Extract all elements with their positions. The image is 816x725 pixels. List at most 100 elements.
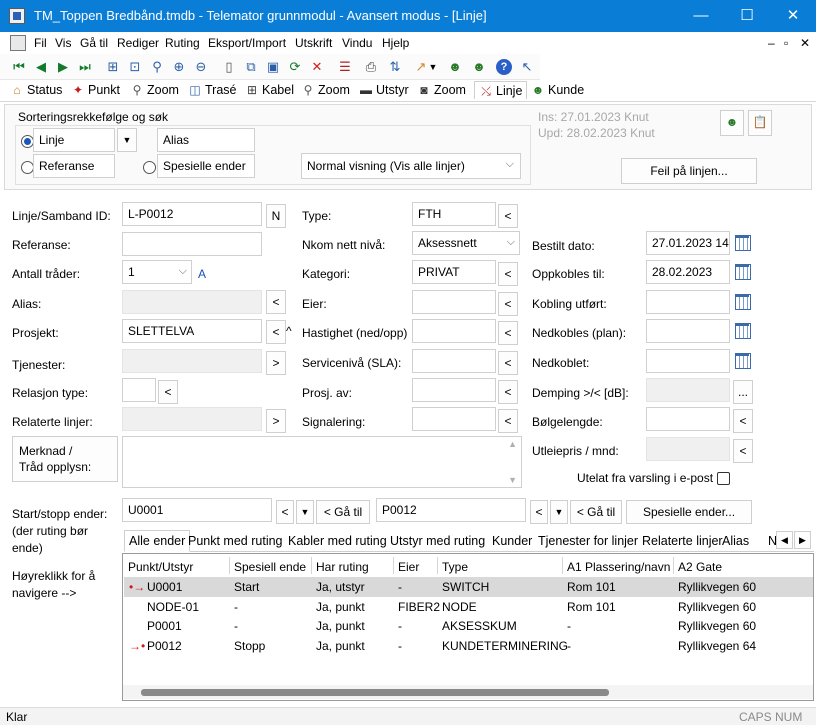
mdi-minimize-button[interactable]: – bbox=[768, 36, 775, 50]
search-minus-icon[interactable]: ⊖ bbox=[192, 58, 210, 76]
kategori-field[interactable]: PRIVAT bbox=[412, 260, 496, 284]
prosjekt-field[interactable]: SLETTELVA bbox=[122, 319, 262, 343]
new-doc-icon[interactable]: ▯ bbox=[220, 58, 238, 76]
col-a2-gate[interactable]: A2 Gate bbox=[678, 560, 722, 574]
tab-kunde[interactable]: ☻ Kunde bbox=[530, 83, 584, 101]
merknad-button[interactable]: Merknad / Tråd opplysn: bbox=[12, 436, 118, 482]
save-icon[interactable]: ▣ bbox=[264, 58, 282, 76]
gtab-utstyr-med-ruting[interactable]: Utstyr med ruting bbox=[390, 534, 485, 548]
type-field[interactable]: FTH bbox=[412, 202, 496, 226]
spesielle-ender-button[interactable]: Spesielle ender... bbox=[626, 500, 752, 524]
eier-less-button[interactable]: < bbox=[498, 292, 518, 316]
gtab-punkt-med-ruting[interactable]: Punkt med ruting bbox=[188, 534, 283, 548]
menu-fil[interactable]: Fil bbox=[34, 36, 47, 50]
relasjon-field[interactable] bbox=[122, 378, 156, 402]
stop-dropdown-button[interactable]: ▼ bbox=[550, 500, 568, 524]
list-icon[interactable]: ☰ bbox=[336, 58, 354, 76]
type-less-button[interactable]: < bbox=[498, 204, 518, 228]
tree-icon[interactable]: ⊞ bbox=[104, 58, 122, 76]
tab-zoom-utstyr[interactable]: ◙ Zoom bbox=[416, 83, 466, 101]
print-icon[interactable]: ⎙ bbox=[362, 58, 380, 76]
dropdown-arrow-icon[interactable]: ▼ bbox=[428, 58, 438, 76]
gtab-alias[interactable]: Alias bbox=[722, 534, 749, 548]
search-icon[interactable]: ⚲ bbox=[148, 58, 166, 76]
scroll-down-icon[interactable]: ▼ bbox=[508, 475, 517, 485]
tjenester-field[interactable] bbox=[122, 349, 262, 373]
tab-zoom-punkt[interactable]: ⚲ Zoom bbox=[129, 83, 179, 101]
antall-select[interactable]: 1 ⌵ bbox=[122, 260, 192, 284]
prev-icon[interactable]: ◀ bbox=[32, 58, 50, 76]
refresh-icon[interactable]: ⟳ bbox=[286, 58, 304, 76]
mdi-doc-icon[interactable] bbox=[10, 35, 26, 51]
radio-spesielle-ender[interactable] bbox=[143, 161, 156, 174]
prosj-av-field[interactable] bbox=[412, 378, 496, 402]
relasjon-less-button[interactable]: < bbox=[158, 380, 178, 404]
utelat-checkbox[interactable] bbox=[717, 472, 730, 485]
col-a1-plassering[interactable]: A1 Plassering/navn bbox=[567, 560, 670, 574]
linje-sort-label[interactable]: Linje bbox=[33, 128, 115, 152]
demping-field[interactable] bbox=[646, 378, 730, 402]
relaterte-more-button[interactable]: > bbox=[266, 409, 286, 433]
first-icon[interactable]: ⏮ bbox=[10, 58, 28, 76]
tab-linje[interactable]: ⤯ Linje bbox=[474, 81, 528, 99]
nedkobles-calendar-icon[interactable] bbox=[732, 319, 752, 343]
stop-less-button[interactable]: < bbox=[530, 500, 548, 524]
start-dropdown-button[interactable]: ▼ bbox=[296, 500, 314, 524]
start-field[interactable]: U0001 bbox=[122, 498, 272, 522]
tab-zoom-kabel[interactable]: ⚲ Zoom bbox=[300, 83, 350, 101]
user-action-icon[interactable]: ☻ bbox=[720, 110, 744, 136]
signalering-field[interactable] bbox=[412, 407, 496, 431]
hastighet-field[interactable] bbox=[412, 319, 496, 343]
grid-horizontal-scrollbar[interactable] bbox=[123, 685, 813, 699]
context-help-icon[interactable]: ↖ bbox=[518, 58, 536, 76]
utleie-field[interactable] bbox=[646, 437, 730, 461]
eier-field[interactable] bbox=[412, 290, 496, 314]
tab-trase[interactable]: ◫ Trasé bbox=[187, 83, 236, 101]
alias-field[interactable] bbox=[122, 290, 262, 314]
feil-paa-linjen-button[interactable]: Feil på linjen... bbox=[621, 158, 757, 184]
user2-icon[interactable]: ☻ bbox=[470, 58, 488, 76]
scroll-thumb[interactable] bbox=[141, 689, 609, 696]
menu-vis[interactable]: Vis bbox=[55, 36, 71, 50]
help-icon[interactable]: ? bbox=[496, 59, 512, 75]
relaterte-field[interactable] bbox=[122, 407, 262, 431]
prosjekt-less-button[interactable]: < bbox=[266, 320, 286, 344]
alias-less-button[interactable]: < bbox=[266, 290, 286, 314]
gtab-kunder[interactable]: Kunder bbox=[492, 534, 532, 548]
referanse-sort-label[interactable]: Referanse bbox=[33, 154, 115, 178]
col-har-ruting[interactable]: Har ruting bbox=[316, 560, 369, 574]
scroll-up-icon[interactable]: ▲ bbox=[508, 439, 517, 449]
table-row[interactable]: →• P0012 Stopp Ja, punkt - KUNDETERMINER… bbox=[124, 636, 813, 656]
tjenester-more-button[interactable]: > bbox=[266, 351, 286, 375]
oppkobles-calendar-icon[interactable] bbox=[732, 260, 752, 284]
oppkobles-field[interactable]: 28.02.2023 bbox=[646, 260, 730, 284]
tab-kabel[interactable]: ⊞ Kabel bbox=[244, 83, 294, 101]
nedkobles-field[interactable] bbox=[646, 319, 730, 343]
servicenivaa-less-button[interactable]: < bbox=[498, 351, 518, 375]
linje-dropdown-button[interactable]: ▼ bbox=[117, 128, 137, 152]
gtab-kabler-med-ruting[interactable]: Kabler med ruting bbox=[288, 534, 387, 548]
gtab-scroll-right-icon[interactable]: ▶ bbox=[794, 531, 811, 549]
tab-punkt[interactable]: ✦ Punkt bbox=[70, 83, 120, 101]
menu-utskrift[interactable]: Utskrift bbox=[295, 36, 332, 50]
user-icon[interactable]: ☻ bbox=[446, 58, 464, 76]
linje-id-field[interactable]: L-P0012 bbox=[122, 202, 262, 226]
copy-icon[interactable]: ⧉ bbox=[242, 58, 260, 76]
sort-icon[interactable]: ⇅ bbox=[386, 58, 404, 76]
bolge-less-button[interactable]: < bbox=[733, 409, 753, 433]
spesielle-sort-label[interactable]: Spesielle ender bbox=[157, 154, 255, 178]
kobling-calendar-icon[interactable] bbox=[732, 290, 752, 314]
utleie-less-button[interactable]: < bbox=[733, 439, 753, 463]
signalering-less-button[interactable]: < bbox=[498, 409, 518, 433]
n-button[interactable]: N bbox=[266, 204, 286, 228]
bestilt-calendar-icon[interactable] bbox=[732, 231, 752, 255]
gtab-alle-ender[interactable]: Alle ender bbox=[124, 530, 191, 552]
servicenivaa-field[interactable] bbox=[412, 349, 496, 373]
alias-search-field[interactable]: Alias bbox=[157, 128, 255, 152]
view-select[interactable]: Normal visning (Vis alle linjer) ⌵ bbox=[301, 153, 521, 179]
table-row[interactable]: P0001 - Ja, punkt - AKSESSKUM - Ryllikve… bbox=[124, 616, 813, 636]
table-row[interactable]: •→ U0001 Start Ja, utstyr - SWITCH Rom 1… bbox=[124, 577, 813, 597]
search-plus-icon[interactable]: ⊕ bbox=[170, 58, 188, 76]
mdi-close-button[interactable]: ✕ bbox=[800, 36, 810, 50]
bolge-field[interactable] bbox=[646, 407, 730, 431]
